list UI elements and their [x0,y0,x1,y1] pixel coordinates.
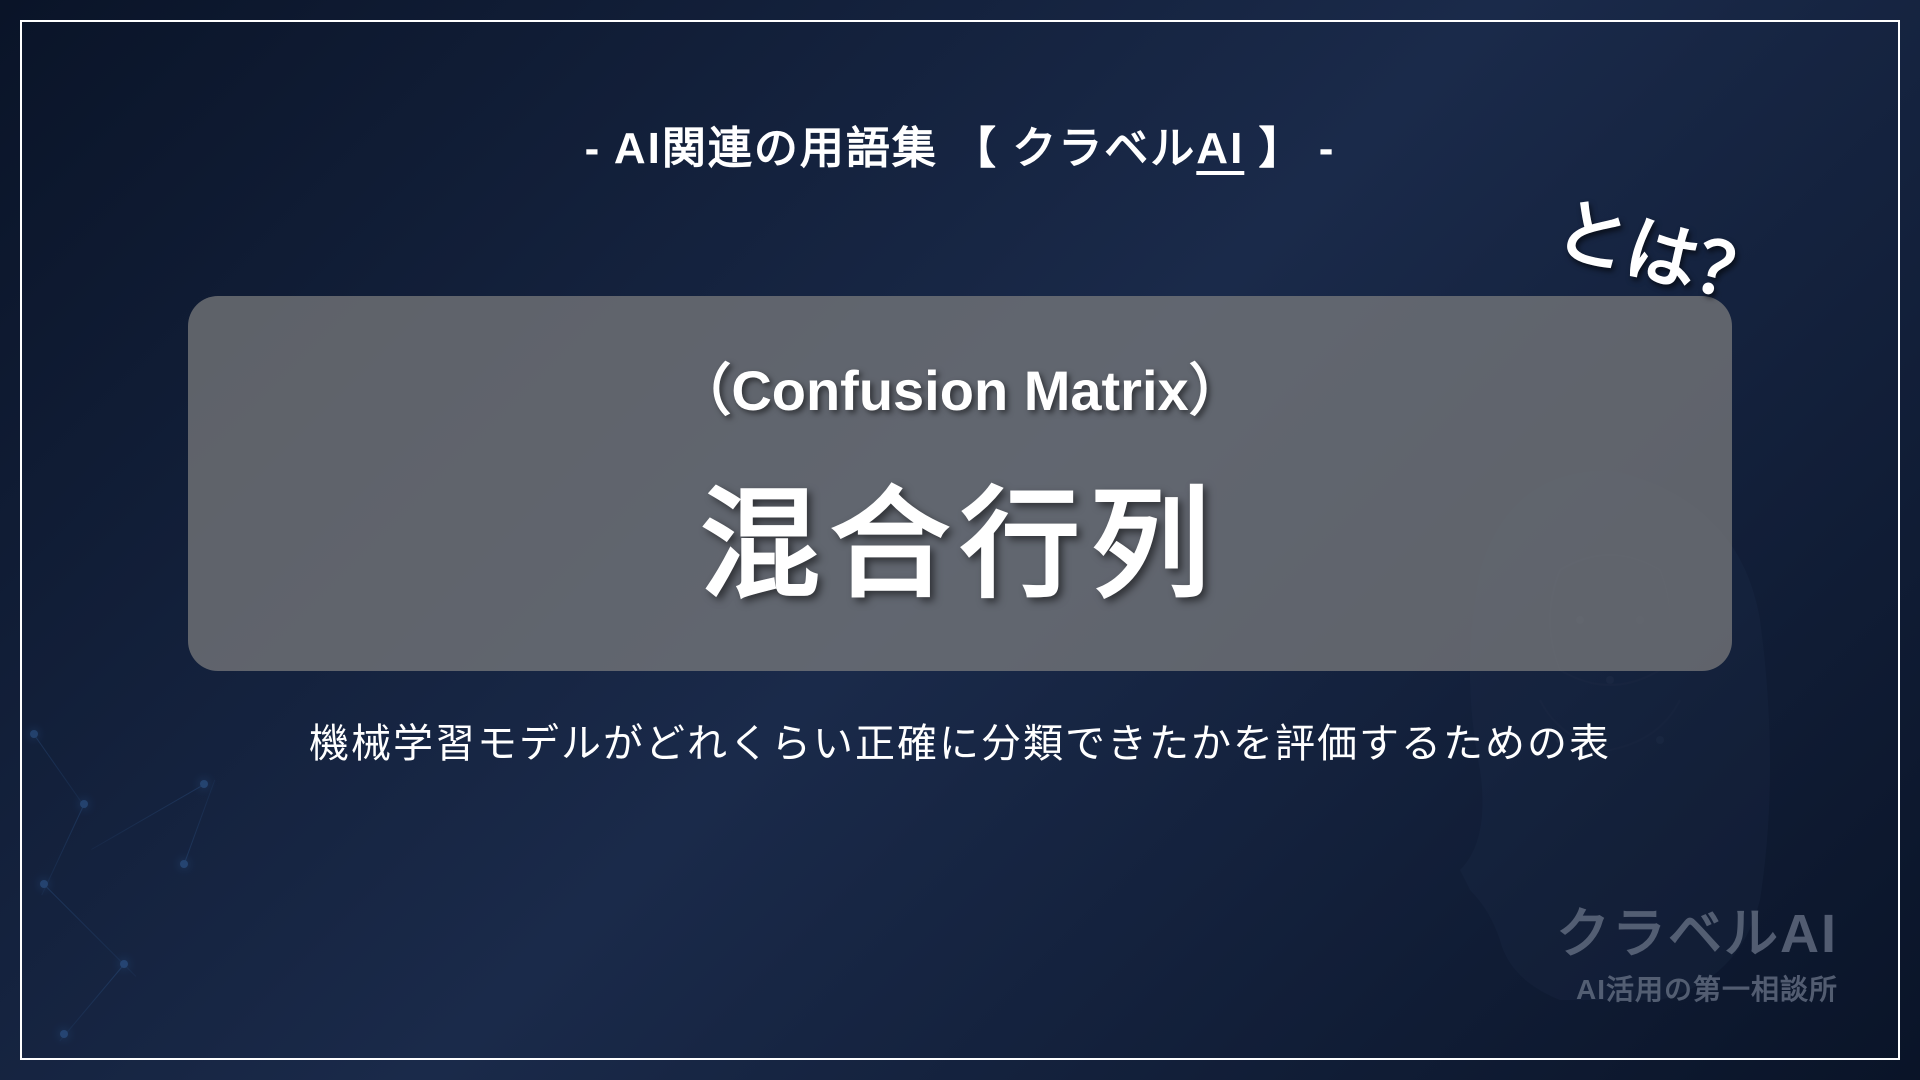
content-container: - AI関連の用語集 【 クラベルAI 】 - とは？ （Confusion M… [52,52,1868,1028]
toha-badge: とは？ [1546,170,1782,327]
header-suffix: 】 - [1244,124,1335,173]
outer-frame: - AI関連の用語集 【 クラベルAI 】 - とは？ （Confusion M… [20,20,1900,1060]
main-term-box: とは？ （Confusion Matrix） 混合行列 [188,296,1732,671]
japanese-term-title: 混合行列 [268,447,1652,621]
header-title: - AI関連の用語集 【 クラベルAI 】 - [585,112,1336,176]
english-term-label: （Confusion Matrix） [268,346,1652,427]
term-description: 機械学習モデルがどれくらい正確に分類できたかを評価するための表 [309,711,1611,769]
header-ai-text: AI [1196,124,1244,173]
header-prefix: - AI関連の用語集 【 クラベル [585,124,1197,173]
